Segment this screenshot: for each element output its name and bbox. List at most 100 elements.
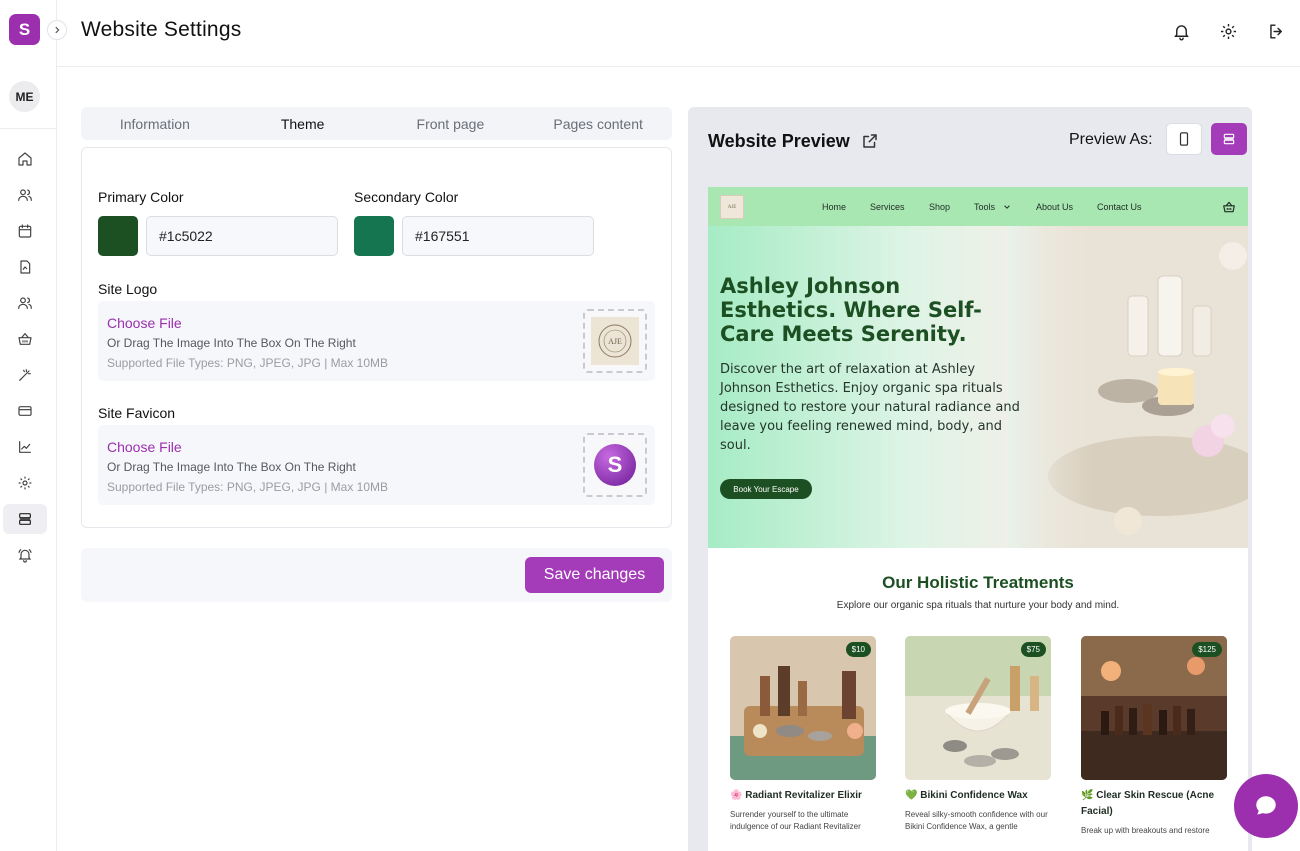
product-description: Surrender yourself to the ultimate indul… xyxy=(730,810,861,831)
favicon-thumbnail: S xyxy=(594,444,636,486)
tab-theme[interactable]: Theme xyxy=(229,107,377,140)
site-nav-services[interactable]: Services xyxy=(870,202,905,212)
sidebar-item-users[interactable] xyxy=(3,180,47,210)
gear-icon xyxy=(1220,23,1236,39)
product-card[interactable]: $10 🌸 Radiant Revitalizer Elixir Surrend… xyxy=(730,636,876,833)
preview-mobile-button[interactable] xyxy=(1166,123,1202,155)
logo-choose-file-link[interactable]: Choose File xyxy=(107,315,182,331)
sidebar-item-notifications[interactable] xyxy=(3,540,47,570)
home-icon xyxy=(18,152,32,166)
seal-logo-icon: AJE xyxy=(598,324,632,358)
site-nav-contact[interactable]: Contact Us xyxy=(1097,202,1142,212)
sidebar-collapse-button[interactable] xyxy=(47,20,67,40)
favicon-drop-zone[interactable]: S xyxy=(583,433,647,497)
primary-color-swatch[interactable] xyxy=(98,216,138,256)
hero-cta-button[interactable]: Book Your Escape xyxy=(720,479,812,499)
favicon-choose-file-link[interactable]: Choose File xyxy=(107,439,182,455)
chat-button[interactable] xyxy=(1234,774,1298,838)
preview-desktop-button[interactable] xyxy=(1211,123,1247,155)
tab-information[interactable]: Information xyxy=(81,107,229,140)
brand-logo[interactable]: S xyxy=(9,14,40,45)
sidebar-item-website[interactable] xyxy=(3,504,47,534)
secondary-color-swatch[interactable] xyxy=(354,216,394,256)
sidebar-item-documents[interactable] xyxy=(3,252,47,282)
sidebar-item-shop[interactable] xyxy=(3,324,47,354)
page-title: Website Settings xyxy=(81,18,242,41)
site-nav-about[interactable]: About Us xyxy=(1036,202,1073,212)
desktop-icon xyxy=(1223,133,1235,145)
site-nav-shop[interactable]: Shop xyxy=(929,202,950,212)
chevron-right-icon xyxy=(55,26,60,34)
logo-drop-zone[interactable]: AJE xyxy=(583,309,647,373)
sidebar-item-tools[interactable] xyxy=(3,360,47,390)
mobile-icon xyxy=(1179,132,1189,146)
product-name: 🌿 Clear Skin Rescue (Acne Facial) xyxy=(1081,790,1215,817)
sidebar-item-billing[interactable] xyxy=(3,396,47,426)
sidebar-item-team[interactable] xyxy=(3,288,47,318)
preview-title: Website Preview xyxy=(708,131,850,151)
product-description: Break up with breakouts and restore xyxy=(1081,826,1210,835)
site-preview-frame: AJE Home Services Shop Tools About Us Co… xyxy=(708,187,1248,851)
treatments-title: Our Holistic Treatments xyxy=(882,573,1074,592)
site-logo-label: Site Logo xyxy=(98,281,158,297)
skincare-bottles-image xyxy=(1081,636,1227,780)
wax-bowl-image xyxy=(905,636,1051,780)
website-icon xyxy=(19,513,31,525)
gear-icon xyxy=(18,476,32,490)
site-logo[interactable]: AJE xyxy=(720,195,744,219)
sidebar-item-settings[interactable] xyxy=(3,468,47,498)
cart-icon[interactable] xyxy=(1222,200,1236,214)
sidebar-item-home[interactable] xyxy=(3,144,47,174)
site-favicon-upload: Choose File Or Drag The Image Into The B… xyxy=(98,425,655,505)
site-logo-upload: Choose File Or Drag The Image Into The B… xyxy=(98,301,655,381)
site-navbar: AJE Home Services Shop Tools About Us Co… xyxy=(708,187,1248,226)
external-link-icon[interactable] xyxy=(861,132,879,150)
user-avatar[interactable]: ME xyxy=(9,81,40,112)
sidebar-item-calendar[interactable] xyxy=(3,216,47,246)
primary-color-input[interactable] xyxy=(146,216,338,256)
svg-text:AJE: AJE xyxy=(608,337,622,346)
product-name: 🌸 Radiant Revitalizer Elixir xyxy=(730,790,862,801)
save-bar: Save changes xyxy=(81,548,672,602)
logo-file-types: Supported File Types: PNG, JPEG, JPG | M… xyxy=(107,356,389,370)
user-initials: ME xyxy=(15,89,34,104)
favicon-upload-hint: Or Drag The Image Into The Box On The Ri… xyxy=(107,460,356,474)
secondary-color-input[interactable] xyxy=(402,216,594,256)
settings-button[interactable] xyxy=(1217,20,1239,42)
favicon-letter: S xyxy=(607,452,623,477)
product-image: $10 xyxy=(730,636,876,780)
magic-wand-icon xyxy=(19,369,31,381)
top-header: Website Settings xyxy=(57,0,1300,67)
chat-bubble-icon xyxy=(1256,796,1276,815)
document-icon xyxy=(20,260,31,274)
bell-ring-icon xyxy=(18,549,32,563)
hero-title: Ashley Johnson Esthetics. Where Self-Car… xyxy=(720,274,982,346)
hero-text: Discover the art of relaxation at Ashley… xyxy=(720,362,1020,453)
spa-products-image xyxy=(730,636,876,780)
sidebar-item-analytics[interactable] xyxy=(3,432,47,462)
product-image: $125 xyxy=(1081,636,1227,780)
sidebar-nav xyxy=(0,144,56,576)
users-icon xyxy=(18,189,32,201)
product-price: $10 xyxy=(845,642,871,657)
product-price: $125 xyxy=(1192,642,1222,657)
tab-pages-content[interactable]: Pages content xyxy=(524,107,672,140)
logout-icon xyxy=(1269,23,1282,39)
product-card[interactable]: $125 🌿 Clear Skin Rescue (Acne Facial) B… xyxy=(1081,636,1227,837)
notifications-button[interactable] xyxy=(1170,20,1192,42)
save-changes-button[interactable]: Save changes xyxy=(525,557,664,593)
site-nav-home[interactable]: Home xyxy=(822,202,846,212)
team-icon xyxy=(18,297,32,309)
product-name: 💚 Bikini Confidence Wax xyxy=(905,790,1028,801)
theme-settings-card: Primary Color Secondary Color Site Logo … xyxy=(81,147,672,528)
site-logo-text: AJE xyxy=(727,204,737,210)
site-favicon-label: Site Favicon xyxy=(98,405,176,421)
chevron-down-icon xyxy=(1004,205,1010,209)
logout-button[interactable] xyxy=(1265,20,1287,42)
tab-front-page[interactable]: Front page xyxy=(377,107,525,140)
product-card[interactable]: $75 💚 Bikini Confidence Wax Reveal silky… xyxy=(905,636,1051,833)
site-nav-tools[interactable]: Tools xyxy=(974,202,995,212)
favicon-file-types: Supported File Types: PNG, JPEG, JPG | M… xyxy=(107,480,389,494)
product-price: $75 xyxy=(1020,642,1046,657)
website-preview-panel: Website Preview Preview As: AJE Home Ser… xyxy=(688,107,1252,851)
